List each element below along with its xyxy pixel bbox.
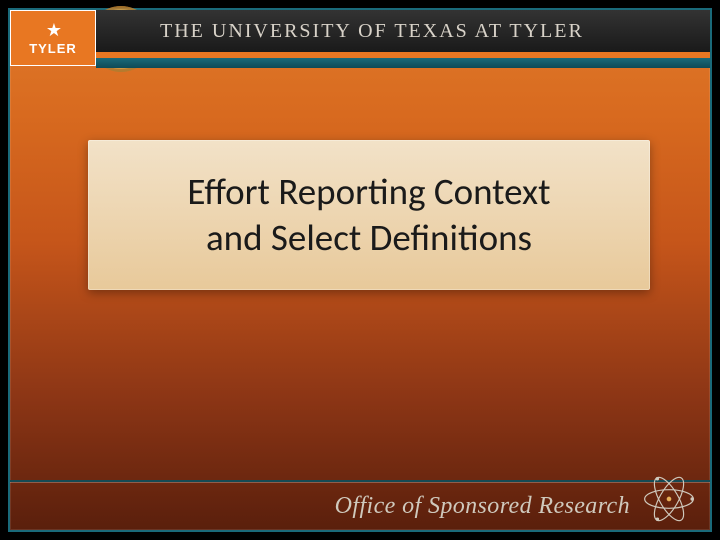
university-name: THE UNIVERSITY OF TEXAS AT TYLER — [160, 20, 584, 43]
slide-footer: Office of Sponsored Research — [10, 480, 710, 530]
title-card: Effort Reporting Context and Select Defi… — [88, 140, 650, 290]
slide: ★ TYLER THE UNIVERSITY OF TEXAS AT TYLER… — [0, 0, 720, 540]
logo-label: TYLER — [29, 41, 77, 56]
slide-title-line1: Effort Reporting Context — [187, 169, 550, 214]
slide-header: ★ TYLER THE UNIVERSITY OF TEXAS AT TYLER — [10, 10, 710, 68]
atom-icon — [640, 470, 698, 528]
slide-frame: ★ TYLER THE UNIVERSITY OF TEXAS AT TYLER… — [8, 8, 712, 532]
star-icon: ★ — [46, 21, 60, 39]
header-accent-teal — [96, 58, 710, 68]
university-logo: ★ TYLER — [10, 10, 96, 66]
office-label: Office of Sponsored Research — [335, 493, 630, 520]
footer-divider-highlight — [10, 482, 710, 483]
slide-title: Effort Reporting Context and Select Defi… — [187, 169, 550, 262]
header-title-band: THE UNIVERSITY OF TEXAS AT TYLER — [96, 10, 710, 52]
slide-title-line2: and Select Definitions — [206, 215, 532, 260]
